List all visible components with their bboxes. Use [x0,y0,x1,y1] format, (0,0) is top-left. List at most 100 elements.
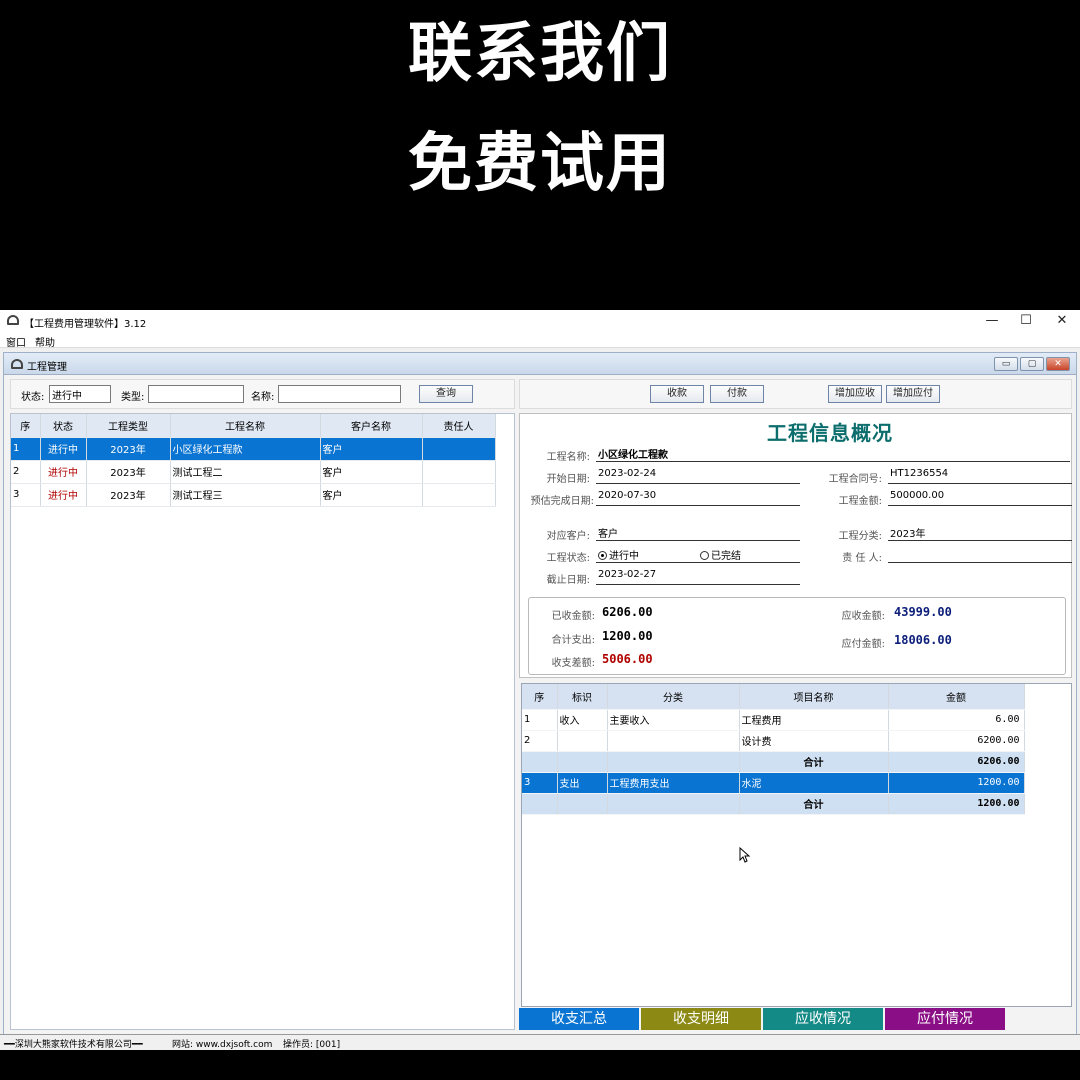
cell-item: 工程费用 [739,709,889,731]
cell-no: 1 [11,437,41,461]
table-row[interactable]: 3 进行中 2023年 测试工程三 客户 [11,483,496,507]
tab-payables[interactable]: 应付情况 [885,1008,1005,1030]
diff-label: 收支差额: [551,658,595,669]
child-title: 工程管理 [27,362,67,373]
cell-tag [557,751,608,773]
detail-grid-header: 序 标识 分类 项目名称 金额 [522,684,1025,710]
due-date-field[interactable]: 2020-07-30 [596,490,800,506]
pay-button[interactable]: 付款 [710,385,764,403]
cell-amount: 1200.00 [888,772,1025,794]
cell-status: 进行中 [40,460,87,484]
contract-field[interactable]: HT1236554 [888,468,1072,484]
project-grid-header: 序 状态 工程类型 工程名称 客户名称 责任人 [11,414,496,438]
diff-value: 5006.00 [602,652,653,666]
radio-checked-icon [598,551,607,560]
col-header-type[interactable]: 工程类型 [86,414,171,438]
query-button[interactable]: 查询 [419,385,473,403]
col-header-item[interactable]: 项目名称 [739,684,889,710]
banner-line-contact: 联系我们 [408,17,672,91]
tab-details[interactable]: 收支明细 [641,1008,761,1030]
project-grid: 序 状态 工程类型 工程名称 客户名称 责任人 1 进行中 2023年 小区绿化… [10,413,515,1030]
table-row[interactable]: 2 进行中 2023年 测试工程二 客户 [11,460,496,484]
table-row[interactable]: 1 进行中 2023年 小区绿化工程款 客户 [11,437,496,461]
receivable-value: 43999.00 [894,605,952,619]
cell-amount: 1200.00 [888,793,1025,815]
contract-label: 工程合同号: [828,474,882,485]
category-field[interactable]: 2023年 [888,525,1072,541]
finance-summary: 已收金额: 6206.00 应收金额: 43999.00 合计支出: 1200.… [528,597,1066,675]
bottom-tabs: 收支汇总 收支明细 应收情况 应付情况 [519,1008,1074,1030]
add-receivable-button[interactable]: 增加应收 [828,385,882,403]
tab-receivables[interactable]: 应收情况 [763,1008,883,1030]
cell-name: 测试工程三 [170,483,321,507]
spent-value: 1200.00 [602,629,653,643]
due-date-label: 预估完成日期: [530,496,594,507]
col-header-no[interactable]: 序 [522,684,558,710]
end-date-field[interactable]: 2023-02-27 [596,569,800,585]
action-toolbar: 收款 付款 增加应收 增加应付 [519,379,1072,409]
finance-detail-grid: 序 标识 分类 项目名称 金额 1 收入 主要收入 工程费用 6.00 2 设计… [521,683,1072,1007]
close-button[interactable]: ✕ [1045,312,1079,330]
state-label: 工程状态: [546,553,590,564]
cell-item: 水泥 [739,772,889,794]
col-header-status[interactable]: 状态 [40,414,87,438]
receive-button[interactable]: 收款 [650,385,704,403]
app-window: 【工程费用管理软件】3.12 — ☐ ✕ 窗口 帮助 工程管理 ▭ ▢ ✕ 状态… [0,310,1080,1050]
table-row[interactable]: 3 支出 工程费用支出 水泥 1200.00 [522,772,1025,794]
minimize-button[interactable]: — [975,312,1009,330]
cell-status: 进行中 [40,483,87,507]
subtotal-row[interactable]: 合计 1200.00 [522,793,1025,815]
cell-tag [557,730,608,752]
col-header-tag[interactable]: 标识 [557,684,608,710]
child-maximize-button[interactable]: ▢ [1020,357,1044,371]
col-header-name[interactable]: 工程名称 [170,414,321,438]
owner-label: 责 任 人: [842,553,882,564]
menu-help[interactable]: 帮助 [35,334,55,349]
col-header-amount[interactable]: 金额 [888,684,1025,710]
col-header-client[interactable]: 客户名称 [320,414,423,438]
cell-client: 客户 [320,460,423,484]
cell-owner [422,483,496,507]
status-filter-input[interactable] [49,385,111,403]
cell-tag: 收入 [557,709,608,731]
col-header-category[interactable]: 分类 [607,684,740,710]
name-filter-label: 名称: [251,392,275,403]
start-date-field[interactable]: 2023-02-24 [596,468,800,484]
maximize-button[interactable]: ☐ [1009,312,1043,330]
project-name-field[interactable]: 小区绿化工程款 [596,446,1070,462]
type-filter-input[interactable] [148,385,244,403]
client-field[interactable]: 客户 [596,525,800,541]
col-header-no[interactable]: 序 [11,414,41,438]
tab-summary[interactable]: 收支汇总 [519,1008,639,1030]
status-website: 网站: www.dxjsoft.com [172,1040,273,1050]
client-label: 对应客户: [546,531,590,542]
state-done-radio[interactable]: 已完结 [700,547,741,562]
owner-field[interactable] [888,547,1072,563]
cell-item: 设计费 [739,730,889,752]
add-payable-button[interactable]: 增加应付 [886,385,940,403]
status-company: ━━深圳大熊家软件技术有限公司━━ [4,1040,143,1050]
amount-field[interactable]: 500000.00 [888,490,1072,506]
state-ongoing-radio[interactable]: 进行中 [598,551,639,562]
subtotal-row[interactable]: 合计 6206.00 [522,751,1025,773]
table-row[interactable]: 1 收入 主要收入 工程费用 6.00 [522,709,1025,731]
cell-item: 合计 [739,751,889,773]
child-close-button[interactable]: ✕ [1046,357,1070,371]
child-minimize-button[interactable]: ▭ [994,357,1018,371]
table-row[interactable]: 2 设计费 6200.00 [522,730,1025,752]
filter-toolbar: 状态: 类型: 名称: 查询 [10,379,515,409]
state-ongoing-label: 进行中 [609,551,639,562]
cell-type: 2023年 [86,483,171,507]
cell-type: 2023年 [86,460,171,484]
menu-window[interactable]: 窗口 [6,334,26,349]
cell-category [607,793,740,815]
name-filter-input[interactable] [278,385,401,403]
radio-unchecked-icon [700,551,709,560]
cell-category: 主要收入 [607,709,740,731]
payable-value: 18006.00 [894,633,952,647]
amount-label: 工程金额: [838,496,882,507]
project-management-window: 工程管理 ▭ ▢ ✕ 状态: 类型: 名称: 查询 收款 付款 增加应收 增加应… [3,352,1077,1046]
col-header-owner[interactable]: 责任人 [422,414,496,438]
cell-name: 小区绿化工程款 [170,437,321,461]
cell-no [522,793,558,815]
